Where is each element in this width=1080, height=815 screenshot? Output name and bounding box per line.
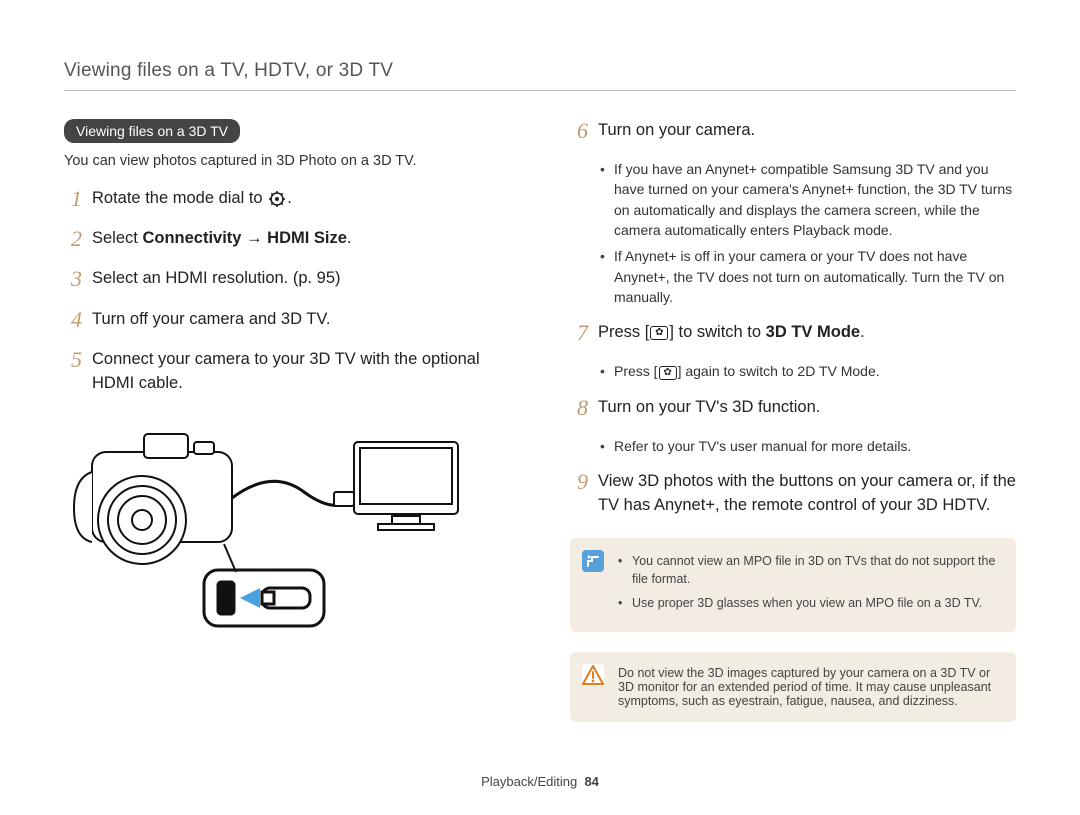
substep: Press [✿] again to switch to 2D TV Mode. — [600, 361, 1016, 381]
step-text: Select an HDMI resolution. (p. 95) — [92, 267, 510, 291]
section-intro: You can view photos captured in 3D Photo… — [64, 153, 510, 169]
camera-tv-illustration — [64, 412, 510, 647]
step-6-substeps: If you have an Anynet+ compatible Samsun… — [600, 159, 1016, 307]
step-8: 8 Turn on your TV's 3D function. — [570, 396, 1016, 420]
section-pill: Viewing files on a 3D TV — [64, 119, 240, 143]
step-2: 2 Select Connectivity → HDMI Size. — [64, 227, 510, 251]
step-number: 8 — [570, 396, 588, 420]
substep: If Anynet+ is off in your camera or your… — [600, 246, 1016, 307]
warning-icon — [582, 664, 604, 686]
step-number: 7 — [570, 321, 588, 345]
step-number: 1 — [64, 187, 82, 211]
step-text: Turn on your camera. — [598, 119, 1016, 143]
footer-section: Playback/Editing — [481, 774, 577, 789]
breadcrumb: Viewing files on a TV, HDTV, or 3D TV — [64, 60, 1016, 82]
step-number: 5 — [64, 348, 82, 396]
page-footer: Playback/Editing 84 — [0, 774, 1080, 789]
settings-dot-icon — [269, 191, 285, 207]
step-text: Connect your camera to your 3D TV with t… — [92, 348, 510, 396]
step-number: 3 — [64, 267, 82, 291]
step-text: Turn off your camera and 3D TV. — [92, 308, 510, 332]
step-text: View 3D photos with the buttons on your … — [598, 470, 1016, 518]
warning-note: Do not view the 3D images captured by yo… — [618, 666, 1000, 708]
step-text: Rotate the mode dial to . — [92, 187, 510, 211]
flower-button-icon: ✿ — [650, 326, 668, 340]
step-3: 3 Select an HDMI resolution. (p. 95) — [64, 267, 510, 291]
info-note-box: You cannot view an MPO file in 3D on TVs… — [570, 538, 1016, 632]
flower-button-icon: ✿ — [659, 366, 677, 380]
info-icon — [582, 550, 604, 572]
step-number: 9 — [570, 470, 588, 518]
step-number: 2 — [64, 227, 82, 251]
step-text: Select Connectivity → HDMI Size. — [92, 227, 510, 251]
info-note: You cannot view an MPO file in 3D on TVs… — [618, 552, 1000, 588]
step-number: 6 — [570, 119, 588, 143]
step-4: 4 Turn off your camera and 3D TV. — [64, 308, 510, 332]
step-text: Turn on your TV's 3D function. — [598, 396, 1016, 420]
header-divider — [64, 90, 1016, 91]
step-7: 7 Press [✿] to switch to 3D TV Mode. — [570, 321, 1016, 345]
info-note: Use proper 3D glasses when you view an M… — [618, 594, 1000, 612]
step-9: 9 View 3D photos with the buttons on you… — [570, 470, 1016, 518]
page-number: 84 — [584, 774, 598, 789]
step-1: 1 Rotate the mode dial to . — [64, 187, 510, 211]
step-5: 5 Connect your camera to your 3D TV with… — [64, 348, 510, 396]
step-8-substeps: Refer to your TV's user manual for more … — [600, 436, 1016, 456]
substep: Refer to your TV's user manual for more … — [600, 436, 1016, 456]
step-6: 6 Turn on your camera. — [570, 119, 1016, 143]
left-column: Viewing files on a 3D TV You can view ph… — [64, 119, 510, 722]
right-column: 6 Turn on your camera. If you have an An… — [570, 119, 1016, 722]
substep: If you have an Anynet+ compatible Samsun… — [600, 159, 1016, 240]
step-7-substeps: Press [✿] again to switch to 2D TV Mode. — [600, 361, 1016, 381]
warning-note-box: Do not view the 3D images captured by yo… — [570, 652, 1016, 722]
step-number: 4 — [64, 308, 82, 332]
step-text: Press [✿] to switch to 3D TV Mode. — [598, 321, 1016, 345]
